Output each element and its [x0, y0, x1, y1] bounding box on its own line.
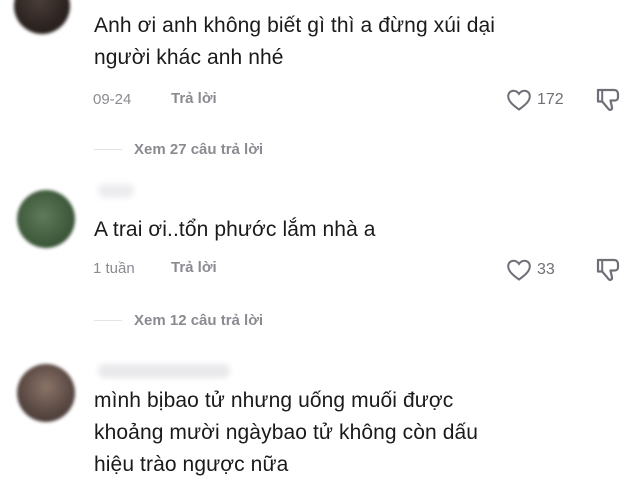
thumbs-down-icon	[594, 88, 622, 117]
comment-item: A trai ơi..tổn phước lắm nhà a 1 tuần Tr…	[0, 170, 640, 342]
avatar[interactable]	[14, 0, 70, 34]
like-count: 33	[537, 261, 555, 278]
avatar[interactable]	[17, 364, 75, 422]
dislike-button[interactable]	[594, 87, 622, 118]
like-button[interactable]: 172	[506, 88, 564, 112]
comment-item: Anh ơi anh không biết gì thì a đừng xúi …	[0, 0, 640, 170]
view-replies-label: Xem 12 câu trả lời	[134, 312, 264, 329]
comment-text-line: hiệu trào ngược nữa	[94, 453, 289, 476]
comment-text-line: người khác anh nhé	[94, 46, 284, 69]
comment-text-line: khoảng mười ngàybao tử không còn dấu	[94, 421, 479, 444]
comment-text-line: A trai ơi..tổn phước lắm nhà a	[94, 218, 376, 241]
avatar[interactable]	[17, 190, 75, 248]
comment-item: mình bịbao tử nhưng uống muối được khoản…	[0, 342, 640, 489]
reply-divider	[94, 320, 122, 321]
comment-text-line: mình bịbao tử nhưng uống muối được	[94, 389, 454, 412]
comment-text-line: Anh ơi anh không biết gì thì a đừng xúi …	[94, 14, 496, 37]
username[interactable]	[98, 364, 230, 378]
comment-date: 09-24	[93, 91, 132, 108]
view-replies-label: Xem 27 câu trả lời	[134, 141, 264, 158]
heart-outline-icon	[506, 88, 532, 112]
username[interactable]	[98, 184, 134, 198]
like-button[interactable]: 33	[506, 258, 555, 282]
reply-button[interactable]: Trả lời	[171, 259, 217, 276]
reply-divider	[94, 149, 122, 150]
view-replies-button[interactable]: Xem 27 câu trả lời	[94, 141, 263, 158]
reply-button[interactable]: Trả lời	[171, 90, 217, 107]
like-count: 172	[537, 91, 564, 108]
comment-date: 1 tuần	[93, 260, 135, 277]
view-replies-button[interactable]: Xem 12 câu trả lời	[94, 312, 263, 329]
thumbs-down-icon	[594, 258, 622, 287]
dislike-button[interactable]	[594, 257, 622, 288]
heart-outline-icon	[506, 258, 532, 282]
